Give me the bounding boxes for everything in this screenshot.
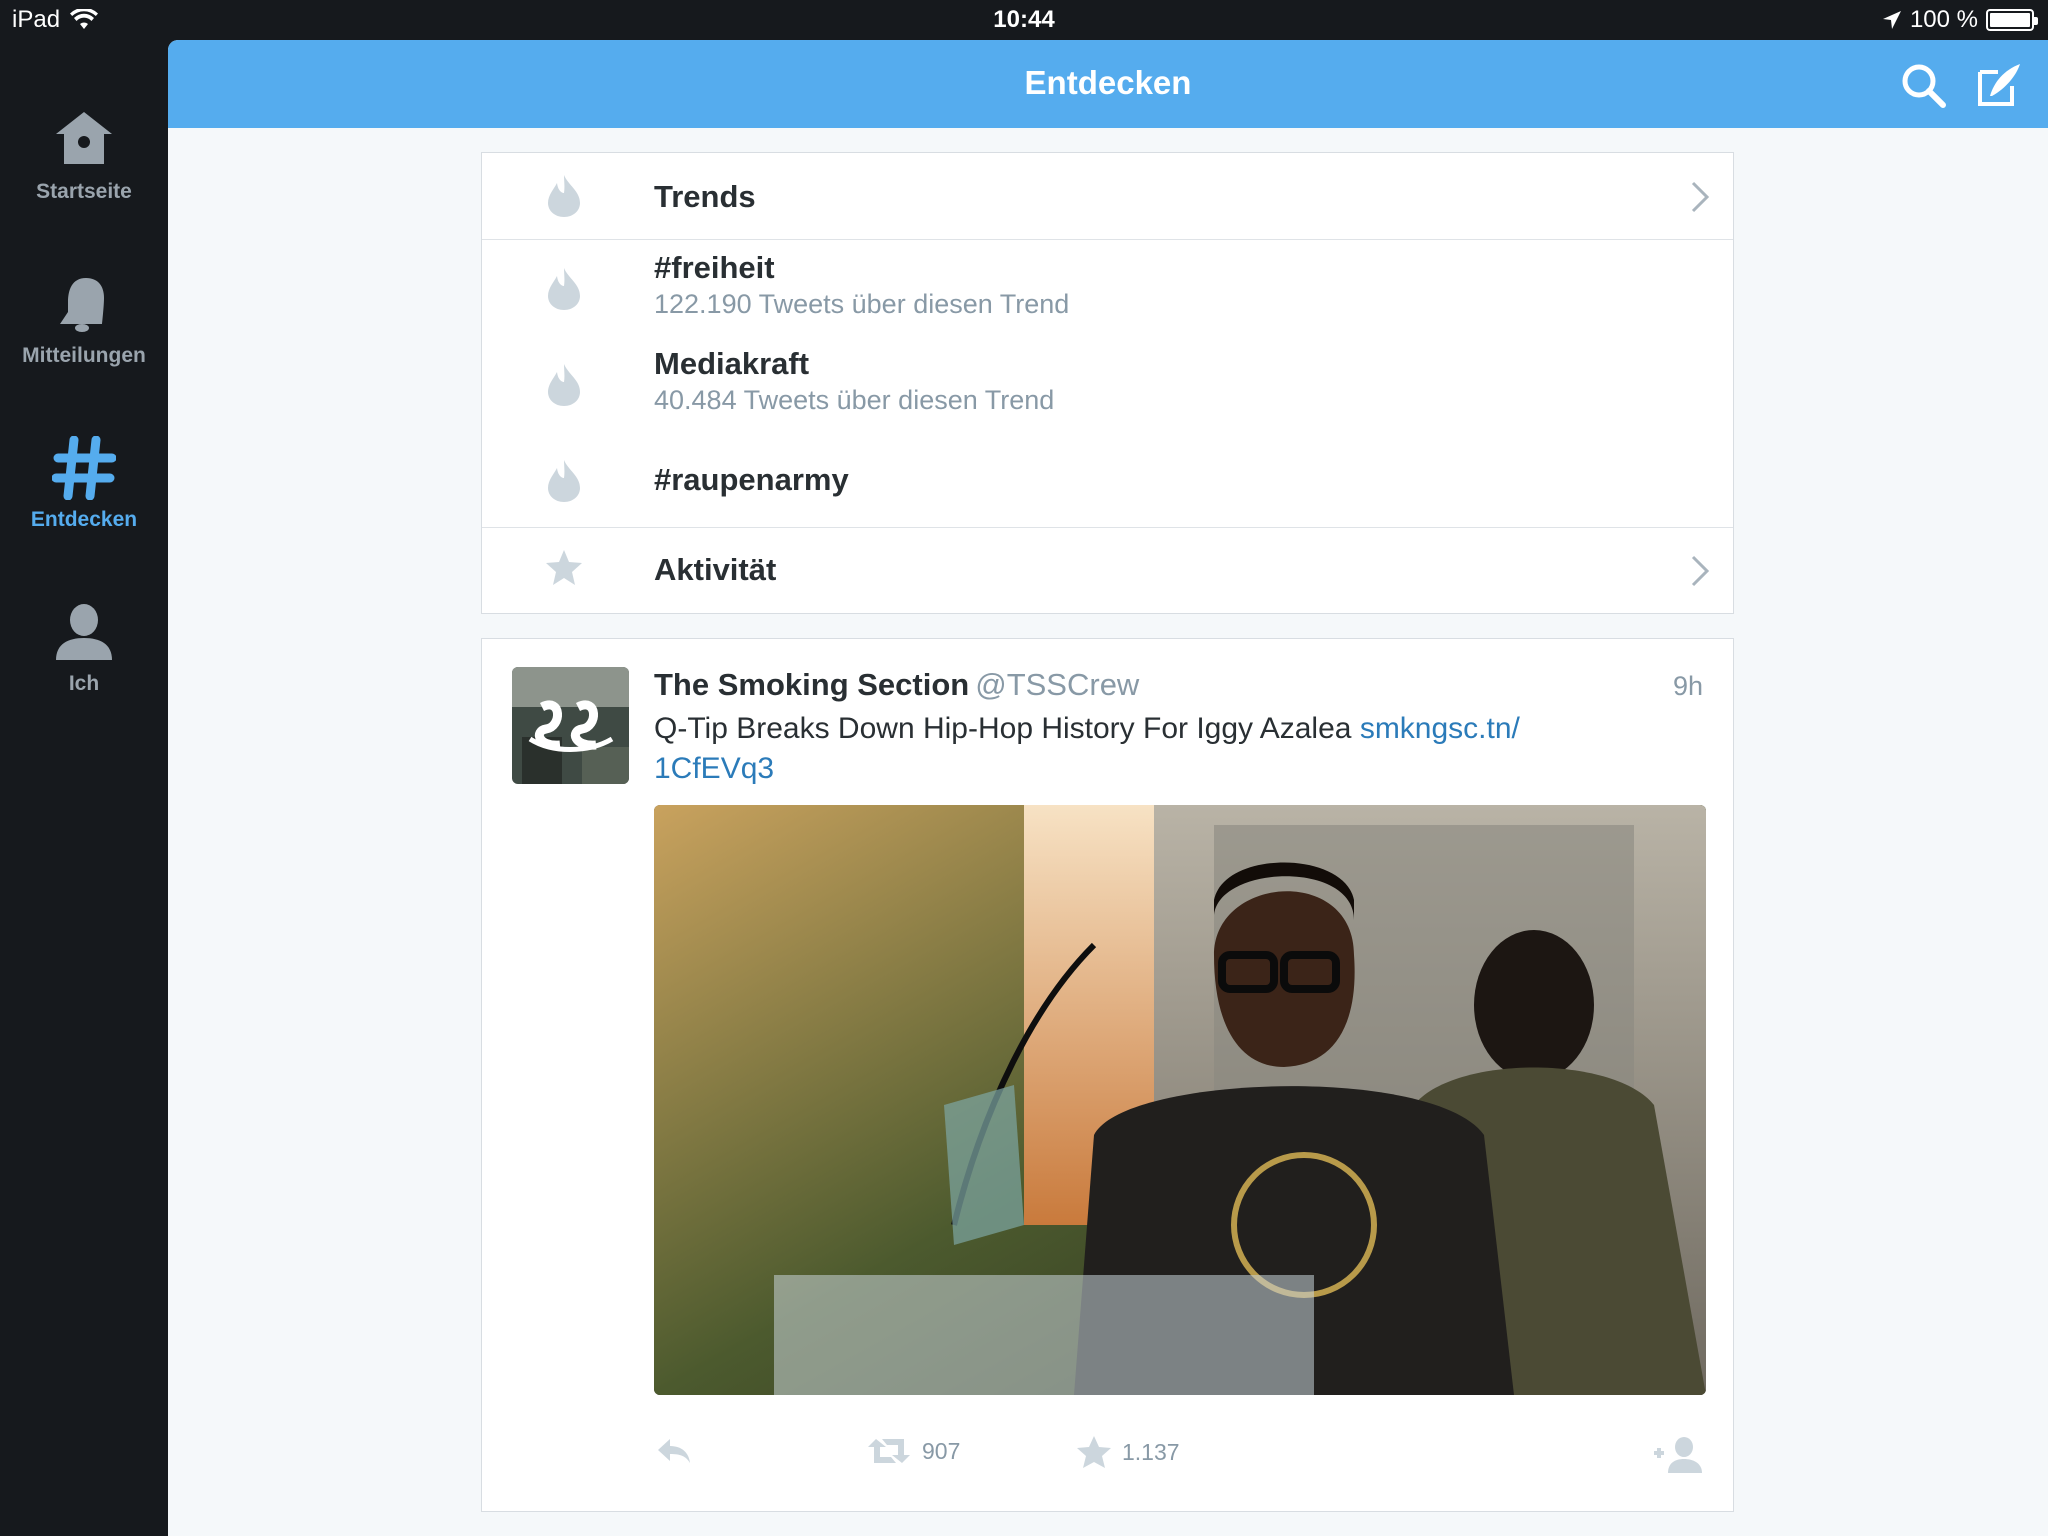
clock: 10:44	[993, 6, 1055, 33]
sidebar: Startseite Mitteilungen Entdecken Ich	[0, 40, 168, 1536]
location-arrow-icon	[1882, 11, 1901, 29]
sidebar-item-label: Entdecken	[30, 508, 138, 531]
sidebar-item-label: Ich	[68, 672, 100, 695]
favorite-button[interactable]: 1.137	[1076, 1435, 1180, 1469]
activity-row[interactable]: Aktivität	[482, 528, 1733, 615]
chevron-right-icon	[1691, 181, 1710, 213]
photo-image	[654, 805, 1706, 1395]
tweet-photo[interactable]	[654, 805, 1706, 1395]
tweet-text: Q-Tip Breaks Down Hip-Hop History For Ig…	[654, 709, 1674, 789]
search-icon[interactable]	[1898, 60, 1948, 110]
avatar[interactable]	[512, 667, 629, 784]
battery-icon	[1986, 9, 2038, 31]
trend-name: Mediakraft	[654, 346, 810, 381]
sidebar-item-ich[interactable]: Ich	[0, 600, 168, 696]
hashtag-icon	[52, 436, 116, 500]
reply-button[interactable]	[654, 1435, 694, 1465]
trend-item[interactable]: #freiheit 122.190 Tweets über diesen Tre…	[482, 240, 1733, 336]
sidebar-item-mitteilungen[interactable]: Mitteilungen	[0, 272, 168, 368]
trend-item[interactable]: #raupenarmy	[482, 432, 1733, 528]
chevron-right-icon	[1691, 555, 1710, 587]
page-title: Entdecken	[1024, 64, 1192, 101]
star-icon	[1077, 1436, 1111, 1468]
follow-user-icon	[1654, 1437, 1702, 1473]
tweet-link-continued[interactable]: 1CfEVq3	[654, 752, 774, 785]
flame-icon	[548, 460, 580, 502]
retweet-icon	[868, 1439, 910, 1463]
person-icon	[56, 604, 112, 660]
sidebar-item-label: Startseite	[36, 180, 132, 203]
compose-icon[interactable]	[1974, 60, 2024, 110]
star-icon	[546, 550, 582, 585]
activity-title: Aktivität	[654, 552, 777, 587]
favorite-count: 1.137	[1122, 1438, 1180, 1465]
author-name: The Smoking Section	[654, 667, 970, 702]
tweet-body: Q-Tip Breaks Down Hip-Hop History For Ig…	[654, 712, 1352, 745]
tweet-card[interactable]: The Smoking Section @TSSCrew 9h Q-Tip Bre…	[481, 638, 1734, 1512]
status-bar: iPad 10:44 100 %	[0, 0, 2048, 40]
trend-item[interactable]: Mediakraft 40.484 Tweets über diesen Tre…	[482, 336, 1733, 432]
trend-name: #raupenarmy	[654, 462, 849, 497]
trend-count: 40.484 Tweets über diesen Trend	[654, 385, 1055, 415]
bell-icon	[60, 278, 104, 332]
trends-title: Trends	[654, 179, 756, 214]
sidebar-item-label: Mitteilungen	[22, 344, 146, 367]
tweet-timestamp: 9h	[1672, 671, 1703, 701]
top-bar: Entdecken	[168, 40, 2048, 128]
reply-icon	[658, 1439, 690, 1463]
tweet-author[interactable]: The Smoking Section @TSSCrew	[654, 667, 1139, 703]
retweet-count: 907	[922, 1437, 961, 1464]
discover-card: Trends #freiheit 122.190 Tweets über die…	[481, 152, 1734, 614]
trend-count: 122.190 Tweets über diesen Trend	[654, 289, 1070, 319]
flame-icon	[548, 364, 580, 406]
follow-button[interactable]	[1652, 1435, 1704, 1473]
retweet-button[interactable]: 907	[866, 1435, 960, 1467]
main-panel: Entdecken Trends #freiheit 122.190 Tweet…	[168, 40, 2048, 1536]
flame-icon	[548, 268, 580, 310]
battery-percent: 100 %	[1909, 6, 1978, 33]
avatar-logo-image	[512, 667, 629, 784]
home-icon	[56, 112, 112, 164]
trends-header-row[interactable]: Trends	[482, 153, 1733, 239]
tweet-link[interactable]: smkngsc.tn/	[1360, 712, 1520, 745]
sidebar-item-entdecken[interactable]: Entdecken	[0, 436, 168, 532]
flame-icon	[548, 175, 580, 217]
tweet-actions: 907 1.137	[654, 1429, 1706, 1479]
sidebar-item-startseite[interactable]: Startseite	[0, 108, 168, 204]
author-handle: @TSSCrew	[975, 667, 1140, 702]
trend-name: #freiheit	[654, 250, 775, 285]
